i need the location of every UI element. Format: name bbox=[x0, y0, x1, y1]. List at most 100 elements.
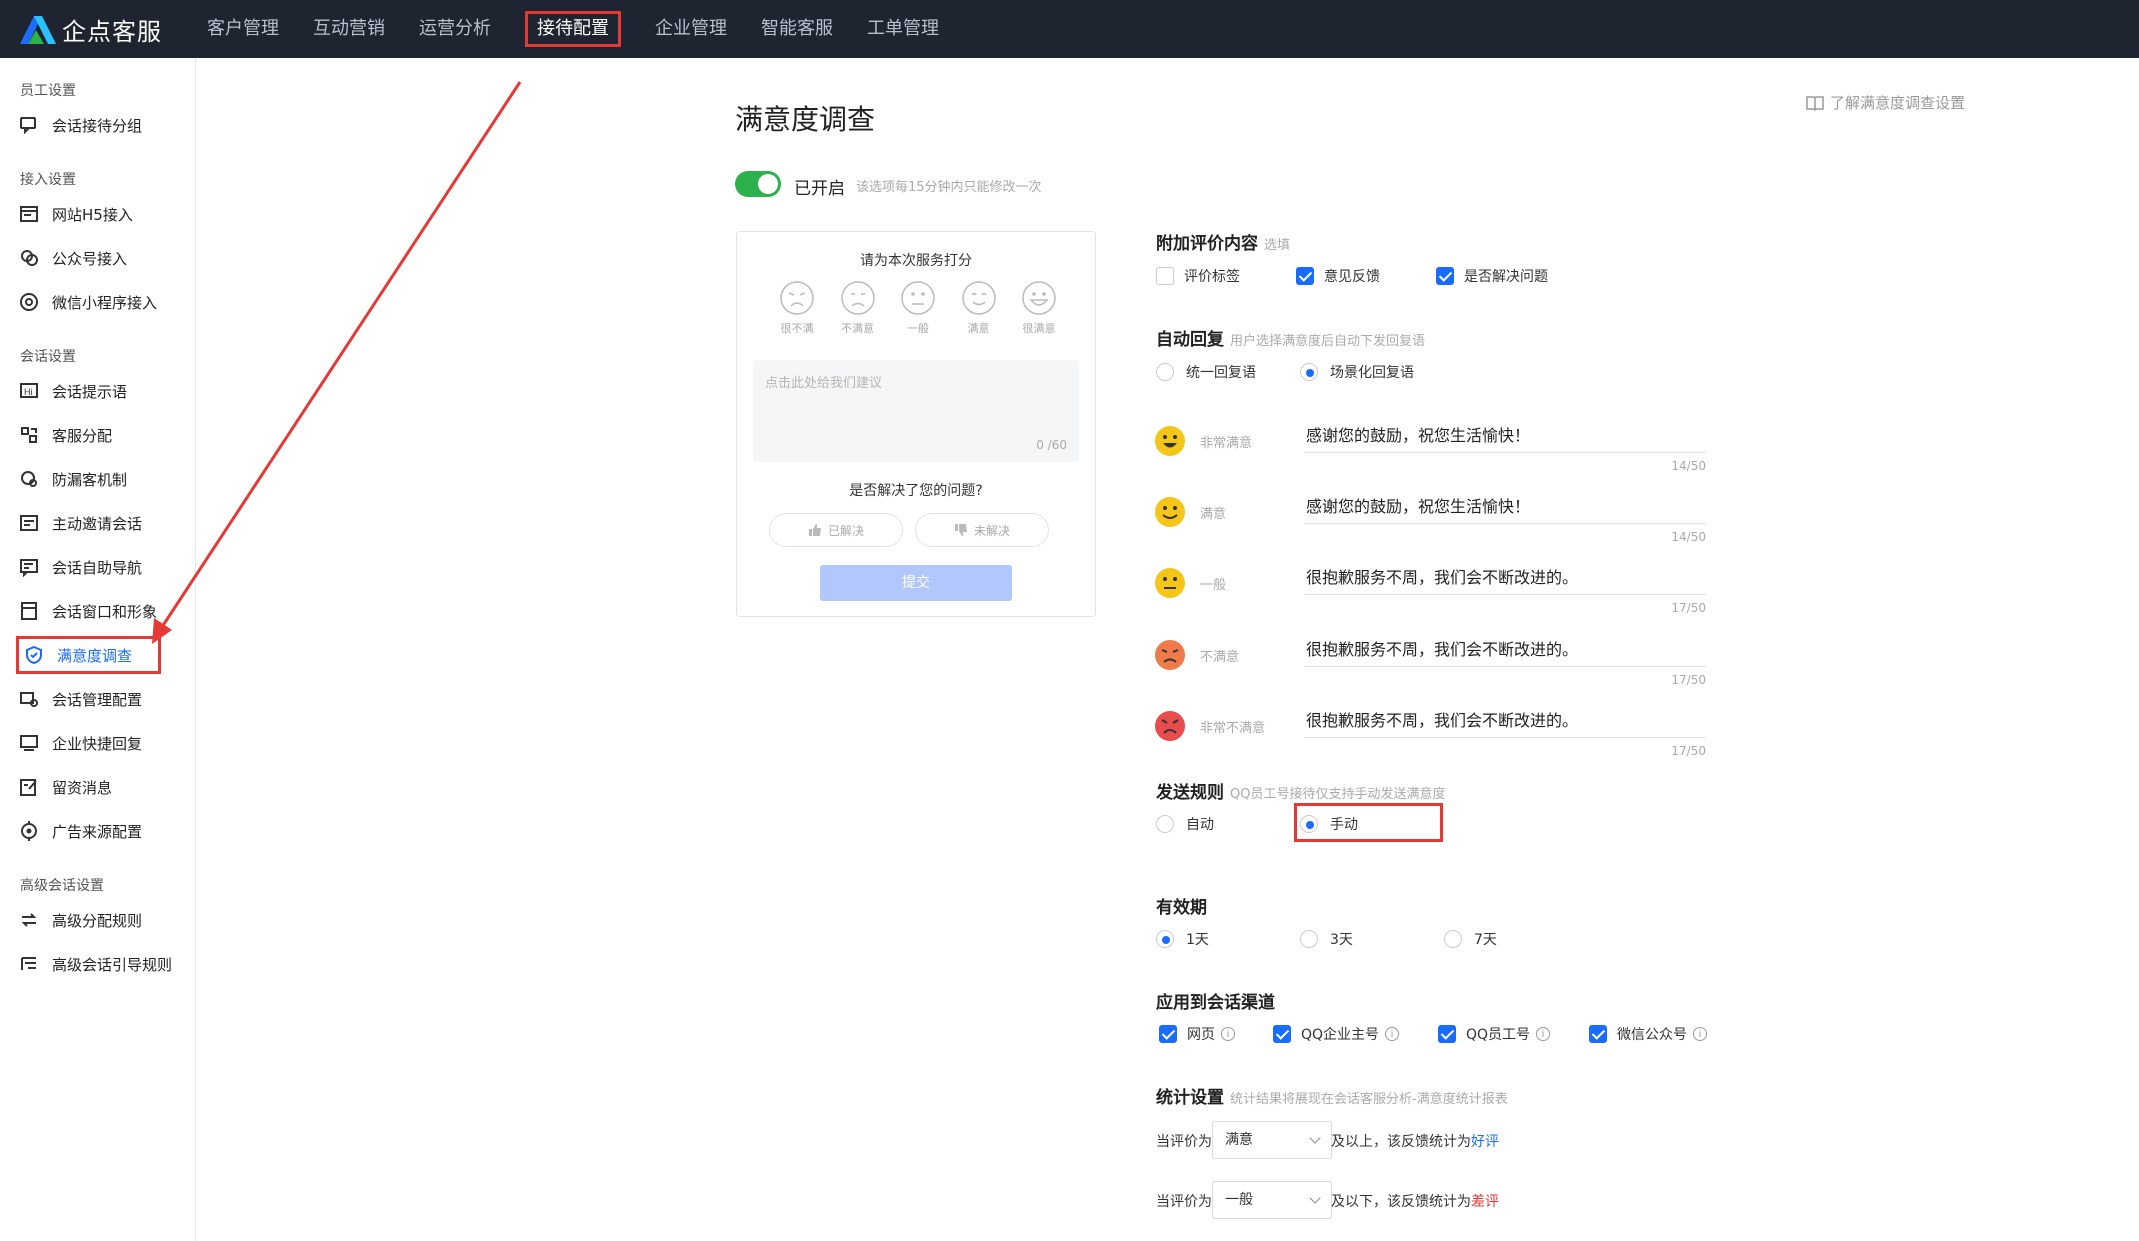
preview-face-very-satisfied[interactable]: 很满意 bbox=[1015, 280, 1063, 336]
feedback-checkbox[interactable] bbox=[1296, 267, 1314, 285]
solved-question-checkbox[interactable] bbox=[1436, 267, 1454, 285]
stats-line-good: 及以上，该反馈统计为好评 bbox=[1331, 1131, 1499, 1151]
option-label: 是否解决问题 bbox=[1464, 269, 1548, 285]
unsatisfied-face-icon bbox=[1155, 640, 1185, 670]
happy-face-icon bbox=[1022, 281, 1056, 315]
preview-unsolved-button[interactable]: 未解决 bbox=[915, 513, 1049, 547]
reply-row-very-unsatisfied: 非常不满意 很抱歉服务不周，我们会不断改进的。 17/50 bbox=[1154, 704, 1706, 764]
stats-note: 统计结果将展现在会话客服分析-满意度统计报表 bbox=[1230, 1092, 1508, 1107]
send-rule-title-text: 发送规则 bbox=[1156, 783, 1224, 803]
smile-face-icon bbox=[961, 281, 996, 315]
reply-text-input[interactable]: 很抱歉服务不周，我们会不断改进的。 bbox=[1304, 704, 1706, 738]
option-solved-question[interactable]: 是否解决问题 bbox=[1436, 266, 1548, 286]
info-icon[interactable]: i bbox=[1536, 1027, 1551, 1041]
option-label: 7天 bbox=[1474, 932, 1497, 948]
preview-solved-label: 已解决 bbox=[827, 523, 864, 538]
reply-text-input[interactable]: 很抱歉服务不周，我们会不断改进的。 bbox=[1304, 561, 1706, 595]
option-eval-tag[interactable]: 评价标签 bbox=[1156, 266, 1240, 286]
preview-feedback-count: 0 /60 bbox=[1036, 438, 1067, 452]
option-send-manual[interactable]: 手动 bbox=[1300, 814, 1358, 834]
preview-face-unsatisfied[interactable]: 不满意 bbox=[834, 280, 882, 336]
preview-card: 请为本次服务打分 很不满 不满意 一般 满意 很满意 点击此处给我们建议 0 /… bbox=[736, 231, 1096, 617]
option-feedback[interactable]: 意见反馈 bbox=[1296, 266, 1380, 286]
send-auto-radio[interactable] bbox=[1156, 815, 1174, 833]
channels-title: 应用到会话渠道 bbox=[1156, 993, 1275, 1013]
stats-line-bad: 及以下，该反馈统计为差评 bbox=[1331, 1191, 1499, 1211]
option-validity-3d[interactable]: 3天 bbox=[1300, 929, 1353, 949]
option-label: 1天 bbox=[1186, 932, 1209, 948]
option-label: QQ企业主号 bbox=[1301, 1027, 1380, 1043]
validity-7d-radio[interactable] bbox=[1444, 930, 1462, 948]
stats-title-text: 统计设置 bbox=[1156, 1088, 1224, 1108]
option-label: 微信公众号 bbox=[1617, 1027, 1687, 1043]
very-unsatisfied-face-icon bbox=[1155, 711, 1185, 741]
channel-qq-staff-checkbox[interactable] bbox=[1438, 1025, 1456, 1043]
channel-wechat-checkbox[interactable] bbox=[1589, 1025, 1607, 1043]
preview-faces: 很不满 不满意 一般 满意 很满意 bbox=[773, 280, 1063, 336]
option-label: QQ员工号 bbox=[1466, 1027, 1531, 1043]
reply-label: 非常满意 bbox=[1200, 436, 1253, 451]
stats-line-bad-prefix: 当评价为 bbox=[1156, 1194, 1212, 1210]
preview-title: 请为本次服务打分 bbox=[860, 253, 972, 269]
preview-face-satisfied[interactable]: 满意 bbox=[955, 280, 1003, 336]
reply-label: 一般 bbox=[1200, 578, 1227, 593]
option-scene-reply[interactable]: 场景化回复语 bbox=[1300, 362, 1414, 382]
satisfaction-toggle[interactable] bbox=[735, 171, 781, 197]
option-validity-7d[interactable]: 7天 bbox=[1444, 929, 1497, 949]
option-send-auto[interactable]: 自动 bbox=[1156, 814, 1214, 834]
option-channel-qq-main[interactable]: QQ企业主号 i bbox=[1273, 1024, 1400, 1044]
preview-feedback-placeholder: 点击此处给我们建议 bbox=[765, 376, 883, 391]
option-unified-reply[interactable]: 统一回复语 bbox=[1156, 362, 1256, 382]
stats-bad-select[interactable]: 一般 bbox=[1212, 1181, 1332, 1219]
reply-count: 14/50 bbox=[1671, 459, 1706, 473]
eval-tag-checkbox[interactable] bbox=[1156, 267, 1174, 285]
option-label: 评价标签 bbox=[1184, 269, 1240, 285]
preview-face-label: 一般 bbox=[907, 322, 929, 335]
info-icon[interactable]: i bbox=[1385, 1027, 1400, 1041]
preview-face-neutral[interactable]: 一般 bbox=[894, 280, 942, 336]
option-validity-1d[interactable]: 1天 bbox=[1156, 929, 1209, 949]
send-manual-radio[interactable] bbox=[1300, 815, 1318, 833]
very-satisfied-face-icon bbox=[1155, 426, 1185, 456]
annotation-arrow bbox=[152, 81, 522, 644]
reply-count: 17/50 bbox=[1671, 673, 1706, 687]
option-label: 意见反馈 bbox=[1324, 269, 1380, 285]
channel-web-checkbox[interactable] bbox=[1159, 1025, 1177, 1043]
reply-label: 非常不满意 bbox=[1200, 721, 1266, 736]
option-label: 手动 bbox=[1330, 817, 1358, 833]
preview-submit-button[interactable]: 提交 bbox=[820, 565, 1012, 601]
reply-row-very-satisfied: 非常满意 感谢您的鼓励，祝您生活愉快！ 14/50 bbox=[1154, 419, 1706, 479]
preview-face-very-unsatisfied[interactable]: 很不满 bbox=[773, 280, 821, 336]
extra-content-title-text: 附加评价内容 bbox=[1156, 234, 1258, 254]
auto-reply-note: 用户选择满意度后自动下发回复语 bbox=[1230, 334, 1426, 349]
stats-title: 统计设置 统计结果将展现在会话客服分析-满意度统计报表 bbox=[1156, 1083, 1508, 1108]
help-link[interactable]: 了解满意度调查设置 bbox=[1806, 92, 1965, 113]
reply-row-unsatisfied: 不满意 很抱歉服务不周，我们会不断改进的。 17/50 bbox=[1154, 633, 1706, 693]
stats-good-result: 好评 bbox=[1471, 1134, 1499, 1150]
info-icon[interactable]: i bbox=[1693, 1027, 1707, 1041]
validity-1d-radio[interactable] bbox=[1156, 930, 1174, 948]
preview-solved-button[interactable]: 已解决 bbox=[769, 513, 903, 547]
sad-face-icon bbox=[840, 281, 875, 315]
reply-text-input[interactable]: 感谢您的鼓励，祝您生活愉快！ bbox=[1304, 419, 1706, 453]
preview-feedback-textarea[interactable]: 点击此处给我们建议 0 /60 bbox=[753, 360, 1079, 462]
reply-text-input[interactable]: 很抱歉服务不周，我们会不断改进的。 bbox=[1304, 633, 1706, 667]
unified-reply-radio[interactable] bbox=[1156, 363, 1174, 381]
auto-reply-title: 自动回复 用户选择满意度后自动下发回复语 bbox=[1156, 325, 1425, 350]
channel-qq-main-checkbox[interactable] bbox=[1273, 1025, 1291, 1043]
validity-3d-radio[interactable] bbox=[1300, 930, 1318, 948]
info-icon[interactable]: i bbox=[1221, 1027, 1235, 1041]
validity-title: 有效期 bbox=[1156, 898, 1207, 918]
option-channel-wechat[interactable]: 微信公众号 i bbox=[1589, 1024, 1707, 1044]
preview-unsolved-label: 未解决 bbox=[973, 523, 1010, 538]
option-channel-web[interactable]: 网页 i bbox=[1159, 1024, 1235, 1044]
stats-good-select[interactable]: 满意 bbox=[1212, 1121, 1332, 1159]
extra-content-title: 附加评价内容 选填 bbox=[1156, 229, 1290, 254]
stats-line-good-prefix: 当评价为 bbox=[1156, 1134, 1212, 1150]
reply-label: 满意 bbox=[1200, 507, 1227, 522]
preview-face-label: 满意 bbox=[967, 322, 990, 335]
reply-text-input[interactable]: 感谢您的鼓励，祝您生活愉快！ bbox=[1304, 490, 1706, 524]
option-channel-qq-staff[interactable]: QQ员工号 i bbox=[1438, 1024, 1551, 1044]
neutral-face-icon bbox=[1155, 568, 1185, 598]
scene-reply-radio[interactable] bbox=[1300, 363, 1318, 381]
